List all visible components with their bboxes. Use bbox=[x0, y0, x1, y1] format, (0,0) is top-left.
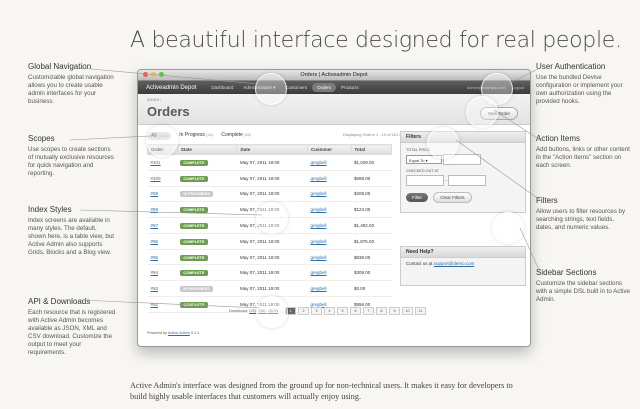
connector-lines bbox=[69, 67, 541, 309]
footer-description: Active Admin's interface was designed fr… bbox=[130, 381, 513, 401]
